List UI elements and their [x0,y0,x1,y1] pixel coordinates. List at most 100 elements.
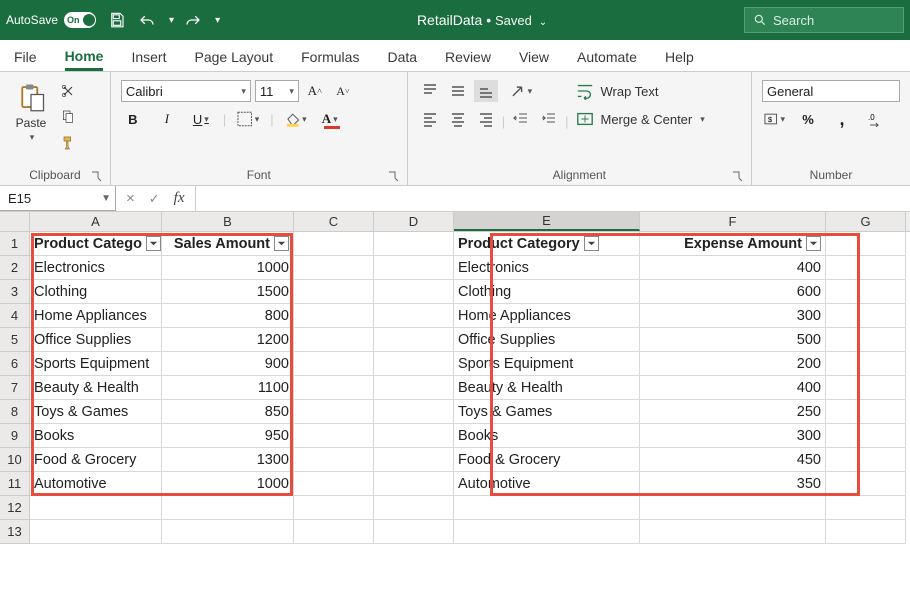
cell-c10[interactable] [294,448,374,472]
filter-button[interactable] [806,236,821,251]
font-size-combo[interactable]: 11▾ [255,80,299,102]
cell-g1[interactable] [826,232,906,256]
align-center-button[interactable] [446,108,470,130]
cell-a5[interactable]: Office Supplies [30,328,162,352]
cut-button[interactable] [56,80,80,102]
align-middle-button[interactable] [446,80,470,102]
cell-g7[interactable] [826,376,906,400]
decrease-indent-button[interactable] [509,108,533,130]
cell-f4[interactable]: 300 [640,304,826,328]
cell-f12[interactable] [640,496,826,520]
bold-button[interactable]: B [121,108,145,130]
cell-f2[interactable]: 400 [640,256,826,280]
accounting-format-button[interactable]: $▾ [762,108,786,130]
cell-e13[interactable] [454,520,640,544]
cell-b6[interactable]: 900 [162,352,294,376]
increase-decimal-button[interactable]: .0 [864,108,888,130]
tab-page-layout[interactable]: Page Layout [194,49,273,71]
cell-c3[interactable] [294,280,374,304]
colhdr-d[interactable]: D [374,212,454,231]
fill-color-button[interactable]: ▾ [284,108,308,130]
cell-f9[interactable]: 300 [640,424,826,448]
alignment-dialog-launcher[interactable] [731,170,743,182]
cancel-formula-icon[interactable]: × [126,190,135,207]
wrap-text-button[interactable]: Wrap Text [572,80,708,102]
cell-b12[interactable] [162,496,294,520]
colhdr-g[interactable]: G [826,212,906,231]
cell-c6[interactable] [294,352,374,376]
rowhdr[interactable]: 12 [0,496,30,520]
cell-b10[interactable]: 1300 [162,448,294,472]
increase-font-button[interactable]: A˄ [303,80,327,102]
cell-e6[interactable]: Sports Equipment [454,352,640,376]
cell-b7[interactable]: 1100 [162,376,294,400]
colhdr-a[interactable]: A [30,212,162,231]
format-painter-button[interactable] [56,132,80,154]
cell-b3[interactable]: 1500 [162,280,294,304]
cell-c8[interactable] [294,400,374,424]
cell-d4[interactable] [374,304,454,328]
percent-button[interactable]: % [796,108,820,130]
cell-g4[interactable] [826,304,906,328]
number-format-combo[interactable]: General [762,80,900,102]
cell-g12[interactable] [826,496,906,520]
cell-g2[interactable] [826,256,906,280]
cell-e4[interactable]: Home Appliances [454,304,640,328]
rowhdr[interactable]: 3 [0,280,30,304]
autosave-toggle[interactable]: On [64,12,96,28]
cell-e5[interactable]: Office Supplies [454,328,640,352]
cell-g9[interactable] [826,424,906,448]
cell-f7[interactable]: 400 [640,376,826,400]
cell-b11[interactable]: 1000 [162,472,294,496]
cell-e8[interactable]: Toys & Games [454,400,640,424]
cell-e10[interactable]: Food & Grocery [454,448,640,472]
cell-e11[interactable]: Automotive [454,472,640,496]
search-box[interactable]: Search [744,7,904,33]
cell-f5[interactable]: 500 [640,328,826,352]
cell-d3[interactable] [374,280,454,304]
underline-button[interactable]: U▾ [189,108,213,130]
insert-function-button[interactable]: fx [174,190,185,207]
cell-c12[interactable] [294,496,374,520]
orientation-button[interactable]: ▾ [509,80,533,102]
rowhdr[interactable]: 6 [0,352,30,376]
cell-d5[interactable] [374,328,454,352]
cell-f13[interactable] [640,520,826,544]
cell-d2[interactable] [374,256,454,280]
save-icon[interactable] [106,9,128,31]
cell-f10[interactable]: 450 [640,448,826,472]
cell-a11[interactable]: Automotive [30,472,162,496]
cell-e7[interactable]: Beauty & Health [454,376,640,400]
cell-a8[interactable]: Toys & Games [30,400,162,424]
rowhdr[interactable]: 4 [0,304,30,328]
cell-d6[interactable] [374,352,454,376]
rowhdr[interactable]: 8 [0,400,30,424]
cell-c5[interactable] [294,328,374,352]
decrease-font-button[interactable]: A˅ [331,80,355,102]
cell-b8[interactable]: 850 [162,400,294,424]
borders-button[interactable]: ▾ [236,108,260,130]
merge-center-button[interactable]: Merge & Center ▾ [572,108,708,130]
cell-d12[interactable] [374,496,454,520]
filter-button[interactable] [584,236,599,251]
cell-d11[interactable] [374,472,454,496]
font-dialog-launcher[interactable] [387,170,399,182]
worksheet-area[interactable]: A B C D E F G 1Product CategoSales Amoun… [0,212,910,544]
cell-a1[interactable]: Product Catego [30,232,162,256]
tab-formulas[interactable]: Formulas [301,49,359,71]
cell-a4[interactable]: Home Appliances [30,304,162,328]
cell-c13[interactable] [294,520,374,544]
colhdr-e[interactable]: E [454,212,640,231]
cell-f6[interactable]: 200 [640,352,826,376]
cell-e1[interactable]: Product Category [454,232,640,256]
cell-c4[interactable] [294,304,374,328]
cell-a7[interactable]: Beauty & Health [30,376,162,400]
tab-help[interactable]: Help [665,49,694,71]
cell-e9[interactable]: Books [454,424,640,448]
qat-customize-icon[interactable]: ▾ [215,15,220,26]
rowhdr[interactable]: 10 [0,448,30,472]
cell-f8[interactable]: 250 [640,400,826,424]
filter-button[interactable] [146,236,161,251]
colhdr-f[interactable]: F [640,212,826,231]
cell-c11[interactable] [294,472,374,496]
